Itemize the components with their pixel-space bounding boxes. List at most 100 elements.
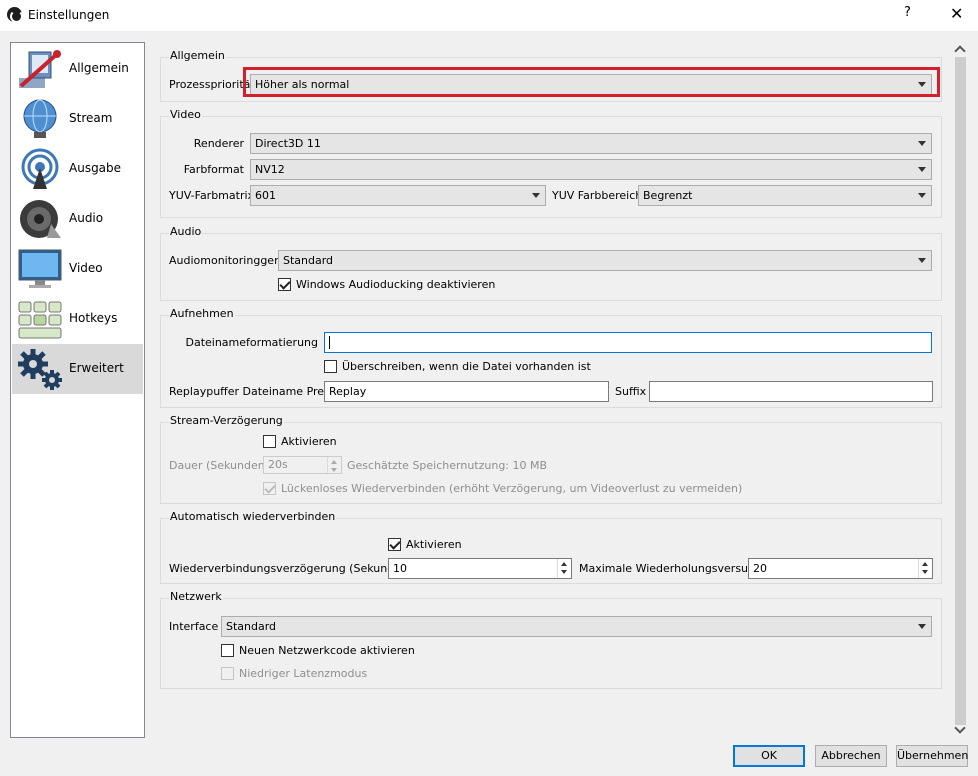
window-title: Einstellungen — [28, 8, 110, 22]
obs-logo-icon — [7, 7, 23, 23]
chevron-down-icon — [918, 141, 926, 146]
memory-usage-label: Geschätzte Speichernutzung: 10 MB — [347, 459, 548, 472]
color-format-dropdown[interactable]: NV12 — [250, 159, 932, 180]
low-latency-label: Niedriger Latenzmodus — [239, 667, 368, 680]
max-retries-spinbox[interactable]: 20 — [748, 558, 933, 579]
reconnect-delay-value: 10 — [393, 562, 407, 575]
color-format-label: Farbformat — [183, 163, 244, 176]
chevron-down-icon — [918, 258, 926, 263]
stream-delay-checkbox[interactable] — [263, 435, 276, 448]
stream-delay-enable-label: Aktivieren — [281, 435, 337, 448]
interface-value: Standard — [226, 620, 277, 633]
preserve-label: Lückenloses Wiederverbinden (erhöht Verz… — [281, 482, 743, 495]
sidebar-item-audio[interactable]: Audio — [12, 194, 143, 244]
chevron-down-icon — [918, 167, 926, 172]
chevron-down-icon — [918, 193, 926, 198]
settings-content: Allgemein Prozesspriorität Höher als nor… — [151, 42, 952, 740]
group-title: Video — [169, 108, 202, 121]
sidebar-item-label: Audio — [69, 211, 104, 225]
duration-spinbox[interactable]: 20s — [263, 456, 342, 474]
sidebar-item-video[interactable]: Video — [12, 244, 143, 294]
group-title: Aufnehmen — [169, 307, 235, 320]
max-retries-label: Maximale Wiederholungsversuche — [579, 562, 768, 575]
monitor-icon — [18, 249, 62, 288]
reconnect-enable-label: Aktivieren — [406, 538, 462, 551]
group-recording: Aufnehmen Dateinameformatierung Überschr… — [160, 307, 942, 408]
sidebar-item-erweitert[interactable]: Erweitert — [12, 344, 143, 394]
sidebar-item-stream[interactable]: Stream — [12, 94, 143, 144]
renderer-label: Renderer — [193, 137, 244, 150]
overwrite-checkbox[interactable] — [324, 360, 337, 373]
renderer-dropdown[interactable]: Direct3D 11 — [250, 133, 932, 154]
close-button[interactable]: ✕ — [950, 4, 963, 23]
color-format-value: NV12 — [255, 163, 285, 176]
broadcast-icon — [21, 148, 59, 189]
audio-monitor-dropdown[interactable]: Standard — [278, 250, 932, 271]
ok-button[interactable]: OK — [733, 745, 805, 767]
suffix-label: Suffix — [615, 385, 647, 398]
sidebar-item-label: Hotkeys — [69, 311, 118, 325]
yuv-range-value: Begrenzt — [643, 189, 693, 202]
yuv-range-label: YUV Farbbereich — [552, 189, 643, 202]
scroll-up-icon[interactable] — [954, 45, 966, 57]
group-audio: Audio Audiomonitoringgerät Standard Wind… — [160, 225, 942, 301]
priority-label: Prozesspriorität — [169, 78, 255, 91]
new-network-code-checkbox[interactable] — [221, 644, 234, 657]
sidebar-item-hotkeys[interactable]: Hotkeys — [12, 294, 143, 344]
scrollbar-thumb[interactable] — [955, 57, 966, 725]
settings-sidebar: Allgemein Stream Ausgabe Audio Video Hot… — [10, 42, 145, 738]
content-scrollbar[interactable] — [952, 42, 969, 740]
spinner-arrows-icon[interactable] — [918, 559, 932, 578]
sidebar-item-label: Erweitert — [69, 361, 124, 375]
yuv-matrix-value: 601 — [255, 189, 276, 202]
group-stream-delay: Stream-Verzögerung Aktivieren Dauer (Sek… — [160, 414, 942, 504]
reconnect-delay-spinbox[interactable]: 10 — [388, 558, 572, 579]
new-network-code-label: Neuen Netzwerkcode aktivieren — [239, 644, 415, 657]
filename-format-label: Dateinameformatierung — [185, 336, 318, 349]
help-button[interactable]: ? — [904, 5, 911, 20]
low-latency-checkbox[interactable] — [221, 667, 234, 680]
group-title: Stream-Verzögerung — [169, 414, 284, 427]
audio-monitor-label: Audiomonitoringgerät — [169, 254, 290, 267]
chevron-down-icon — [532, 193, 540, 198]
group-video: Video Renderer Direct3D 11 Farbformat NV… — [160, 108, 942, 218]
reconnect-delay-label: Wiederverbindungsverzögerung (Sekunden) — [169, 562, 413, 575]
overwrite-label: Überschreiben, wenn die Datei vorhanden … — [342, 360, 591, 373]
text-cursor — [329, 336, 330, 349]
sidebar-item-label: Allgemein — [69, 61, 129, 75]
replay-prefix-label: Replaypuffer Dateiname Prefix — [169, 385, 338, 398]
audio-monitor-value: Standard — [283, 254, 334, 267]
gears-icon — [18, 349, 62, 390]
group-title: Audio — [169, 225, 203, 238]
apply-button[interactable]: Übernehmen — [896, 745, 968, 767]
ducking-label: Windows Audioducking deaktivieren — [296, 278, 496, 291]
reconnect-checkbox[interactable] — [388, 538, 401, 551]
filename-format-input[interactable] — [324, 332, 932, 353]
suffix-input[interactable] — [649, 381, 933, 402]
group-title: Netzwerk — [169, 590, 223, 603]
preserve-checkbox[interactable] — [263, 482, 276, 495]
sidebar-item-label: Ausgabe — [69, 161, 122, 175]
sidebar-item-allgemein[interactable]: Allgemein — [12, 44, 143, 94]
yuv-matrix-dropdown[interactable]: 601 — [250, 185, 546, 206]
yuv-matrix-label: YUV-Farbmatrix — [169, 189, 255, 202]
sidebar-item-label: Video — [69, 261, 103, 275]
chevron-down-icon — [918, 624, 926, 629]
spinner-arrows-icon[interactable] — [557, 559, 571, 578]
speaker-icon — [20, 200, 61, 238]
cancel-button[interactable]: Abbrechen — [815, 745, 887, 767]
interface-label: Interface — [169, 620, 219, 633]
wrench-icon — [19, 50, 61, 88]
spinner-arrows-icon[interactable] — [327, 457, 341, 473]
renderer-value: Direct3D 11 — [255, 137, 321, 150]
replay-prefix-input[interactable]: Replay — [324, 381, 609, 402]
group-reconnect: Automatisch wiederverbinden Aktivieren W… — [160, 510, 942, 584]
duration-label: Dauer (Sekunden) — [169, 459, 269, 472]
interface-dropdown[interactable]: Standard — [221, 616, 932, 637]
sidebar-item-ausgabe[interactable]: Ausgabe — [12, 144, 143, 194]
yuv-range-dropdown[interactable]: Begrenzt — [638, 185, 932, 206]
globe-icon — [23, 99, 57, 138]
group-title: Allgemein — [169, 49, 226, 62]
ducking-checkbox[interactable] — [278, 278, 291, 291]
keyboard-icon — [18, 301, 62, 339]
